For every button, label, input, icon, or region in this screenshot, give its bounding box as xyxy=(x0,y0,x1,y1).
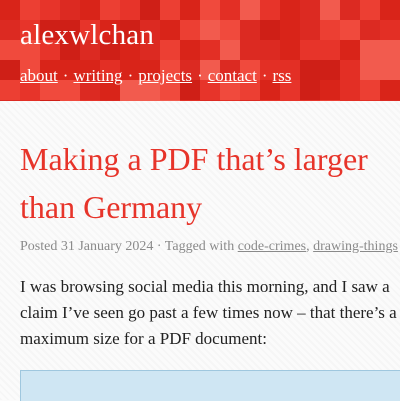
nav-separator: · xyxy=(197,66,203,85)
map-image xyxy=(20,370,400,401)
post-intro-paragraph: I was browsing social media this morning… xyxy=(20,277,397,348)
tagged-label: · Tagged with xyxy=(156,239,235,254)
tag-link-code-crimes[interactable]: code-crimes xyxy=(238,239,306,254)
site-header: alexwlchan about · writing · projects · contac… xyxy=(0,0,400,101)
post-date: 31 January 2024 xyxy=(60,239,154,254)
post-title: Making a PDF that’s larger than Germany xyxy=(20,141,368,225)
site-title[interactable]: alexwlchan xyxy=(20,19,154,52)
nav-separator: · xyxy=(62,66,69,85)
nav-link-writing[interactable]: writing xyxy=(73,66,122,85)
nav-link-projects[interactable]: projects xyxy=(138,66,192,85)
tag-link-drawing-things[interactable]: drawing-things xyxy=(313,239,398,254)
posted-label: Posted xyxy=(20,239,58,254)
nav-separator: · xyxy=(127,66,134,85)
site-nav: about · writing · projects · contact · rss xyxy=(20,66,291,86)
nav-link-rss[interactable]: rss xyxy=(273,66,292,85)
post-meta: Posted 31 January 2024 · Tagged with cod… xyxy=(20,239,398,254)
nav-link-contact[interactable]: contact xyxy=(208,66,257,85)
nav-link-about[interactable]: about xyxy=(20,66,58,85)
nav-separator: · xyxy=(261,66,268,85)
